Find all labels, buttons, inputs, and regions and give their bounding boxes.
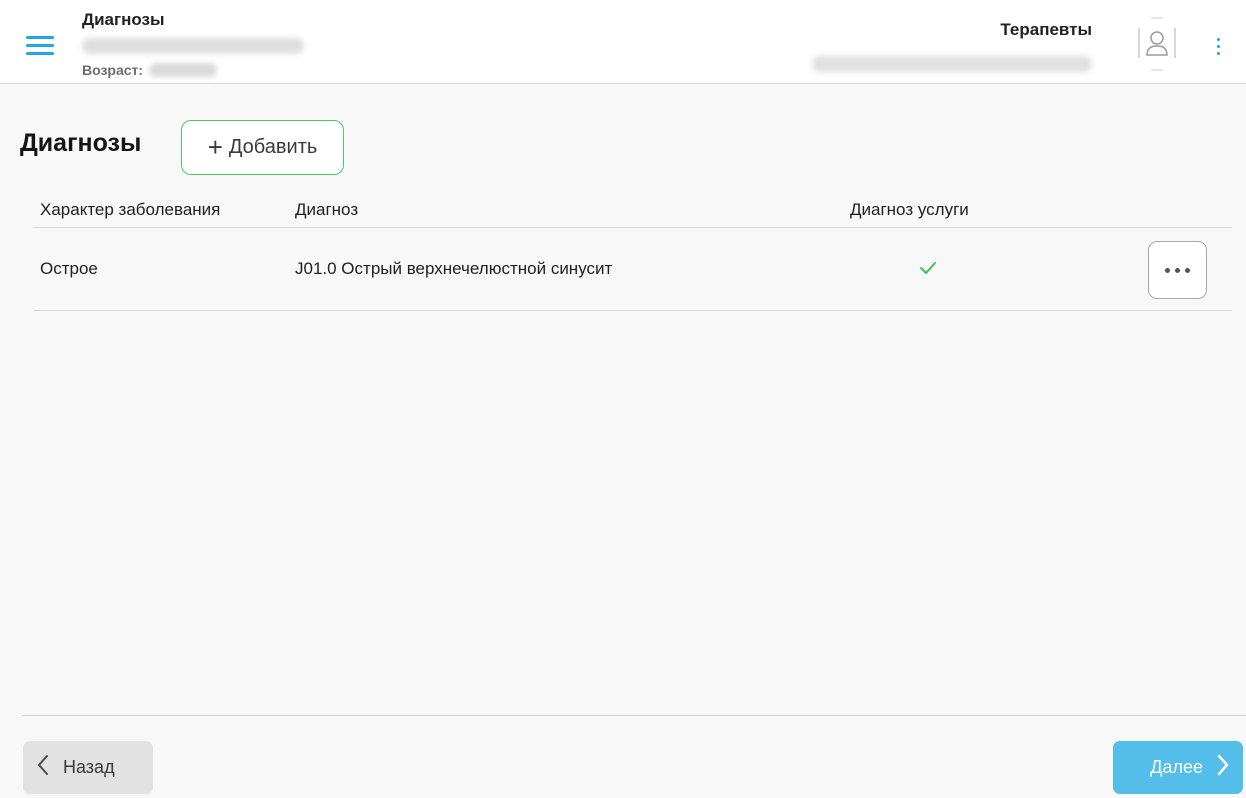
back-button-label: Назад	[63, 757, 115, 777]
app-header: Диагнозы Возраст: Терапевты	[0, 0, 1246, 84]
cell-diagnosis: J01.0 Острый верхнечелюстной синусит	[295, 259, 613, 278]
doctor-role: Терапевты	[1000, 20, 1092, 39]
table-row[interactable]: Острое J01.0 Острый верхнечелюстной сину…	[34, 228, 1232, 311]
section-title: Диагнозы	[20, 129, 142, 157]
age-value-redacted	[149, 63, 218, 77]
diagnoses-table: Характер заболевания Диагноз Диагноз усл…	[34, 186, 1232, 311]
cell-character: Острое	[40, 259, 98, 278]
next-button[interactable]: Далее	[1113, 741, 1243, 794]
add-button-label: Добавить	[228, 136, 318, 158]
patient-age: Возраст:	[82, 61, 218, 79]
more-vertical-icon[interactable]	[1208, 32, 1228, 60]
next-button-label: Далее	[1150, 757, 1203, 777]
patient-name-redacted	[82, 38, 304, 54]
table-header: Характер заболевания Диагноз Диагноз усл…	[34, 186, 1232, 228]
column-header-service-diagnosis: Диагноз услуги	[850, 200, 969, 219]
footer: Назад Далее	[22, 715, 1246, 798]
column-header-diagnosis: Диагноз	[295, 200, 359, 219]
row-actions-button[interactable]	[1148, 241, 1207, 299]
add-diagnosis-button[interactable]: + Добавить	[181, 120, 344, 175]
organization-redacted	[812, 56, 1092, 72]
menu-icon[interactable]	[26, 36, 54, 56]
back-button[interactable]: Назад	[23, 741, 153, 794]
user-avatar-icon[interactable]	[1136, 16, 1178, 72]
chevron-left-icon	[37, 754, 49, 781]
more-horizontal-icon	[1165, 267, 1170, 273]
check-icon	[919, 261, 937, 280]
column-header-character: Характер заболевания	[40, 200, 221, 219]
chevron-right-icon	[1217, 754, 1229, 781]
plus-icon: +	[207, 131, 223, 162]
page-title: Диагнозы	[82, 10, 165, 29]
age-label: Возраст:	[82, 62, 144, 78]
